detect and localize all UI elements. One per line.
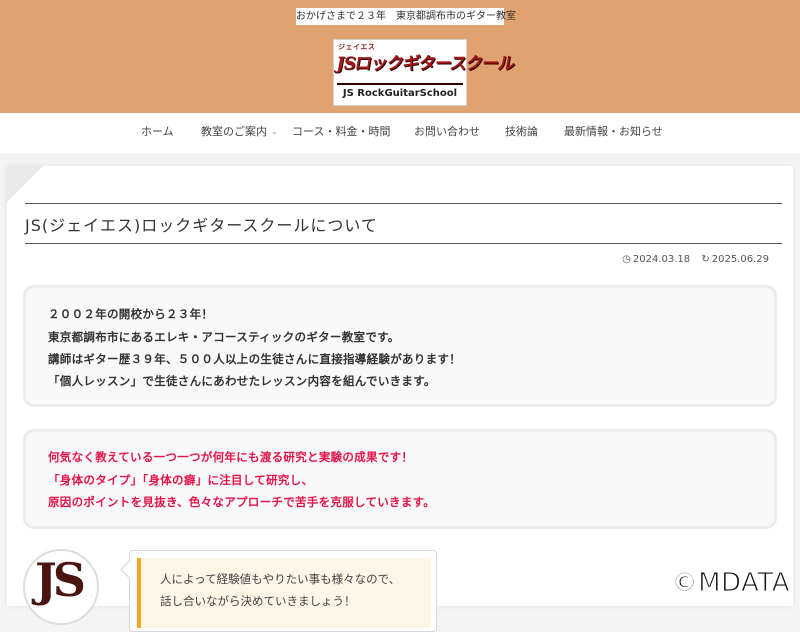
logo-sub-text: JS RockGuitarSchool (342, 88, 458, 99)
nav-item-home[interactable]: ホーム (141, 113, 174, 153)
nav-item-contact[interactable]: お問い合わせ (414, 113, 480, 153)
speech-bubble-inner: 人によって経験値もやりたい事も様々なので、 話し合いながら決めていきましょう！ (137, 558, 431, 628)
speech-bubble: 人によって経験値もやりたい事も様々なので、 話し合いながら決めていきましょう！ (120, 550, 437, 632)
site-logo[interactable]: ジェイエス JSロックギタースクール JS RockGuitarSchool (333, 39, 516, 106)
main-nav: ホーム 教室のご案内 ⌄ コース・料金・時間 お問い合わせ 技術論 最新情報・お知… (0, 113, 800, 153)
published-date: 2024.03.18 (632, 254, 691, 265)
clock-icon: ◷ (622, 254, 631, 265)
post-dates: ◷ 2024.03.18 ↻ 2025.06.29 (614, 254, 769, 265)
highlight-line: 原因のポイントを見抜き、色々なアプローチで苦手を克服していきます。 (48, 495, 436, 509)
avatar-text: JS (35, 553, 86, 607)
intro-line: ２００２年の開校から２３年！ (48, 307, 214, 321)
update-icon: ↻ (701, 254, 710, 265)
nav-item-news[interactable]: 最新情報・お知らせ (564, 113, 663, 153)
logo-divider (337, 83, 463, 85)
updated-date: 2025.06.29 (711, 254, 769, 265)
title-rule-bottom (25, 243, 782, 244)
highlight-line: 「身体のタイプ」「身体の癖」に注目して研究し、 (48, 473, 314, 487)
nav-item-courses[interactable]: コース・料金・時間 (292, 113, 390, 153)
avatar: JS (23, 549, 99, 625)
article-card: JS(ジェイエス)ロックギタースクールについて ◷ 2024.03.18 ↻ 202… (7, 166, 793, 632)
intro-line: 「個人レッスン」で生徒さんにあわせたレッスン内容を組んでいきます。 (48, 374, 436, 388)
highlight-line: 何気なく教えている一つ一つが何年にも渡る研究と実験の成果です！ (48, 450, 414, 464)
site-tagline: おかげさまで２３年 東京都調布市のギター教室 (296, 8, 516, 25)
chevron-down-icon: ⌄ (271, 127, 278, 136)
page-title: JS(ジェイエス)ロックギタースクールについて (25, 216, 378, 235)
intro-box: ２００２年の開校から２３年！ 東京都調布市にあるエレキ・アコースティックのギター… (26, 288, 774, 404)
nav-item-technique[interactable]: 技術論 (505, 113, 538, 153)
logo-main-text: JSロックギタースクール (334, 54, 516, 74)
corner-fold (7, 166, 43, 202)
speech-bubble-arrow (120, 560, 139, 579)
watermark: ©MDATA (671, 568, 790, 599)
speech-line: 話し合いながら決めていきましょう！ (160, 594, 356, 608)
intro-line: 東京都調布市にあるエレキ・アコースティックのギター教室です。 (48, 330, 400, 344)
intro-line: 講師はギター歴３９年、５００人以上の生徒さんに直接指導経験があります！ (48, 352, 461, 366)
highlight-box: 何気なく教えている一つ一つが何年にも渡る研究と実験の成果です！ 「身体のタイプ」… (26, 432, 774, 526)
title-rule-top (25, 203, 782, 204)
nav-item-about-label: 教室のご案内 (201, 125, 267, 138)
nav-item-about[interactable]: 教室のご案内 ⌄ (201, 113, 278, 153)
site-header: おかげさまで２３年 東京都調布市のギター教室 ジェイエス JSロックギタースクー… (0, 0, 800, 113)
speech-line: 人によって経験値もやりたい事も様々なので、 (160, 572, 401, 586)
